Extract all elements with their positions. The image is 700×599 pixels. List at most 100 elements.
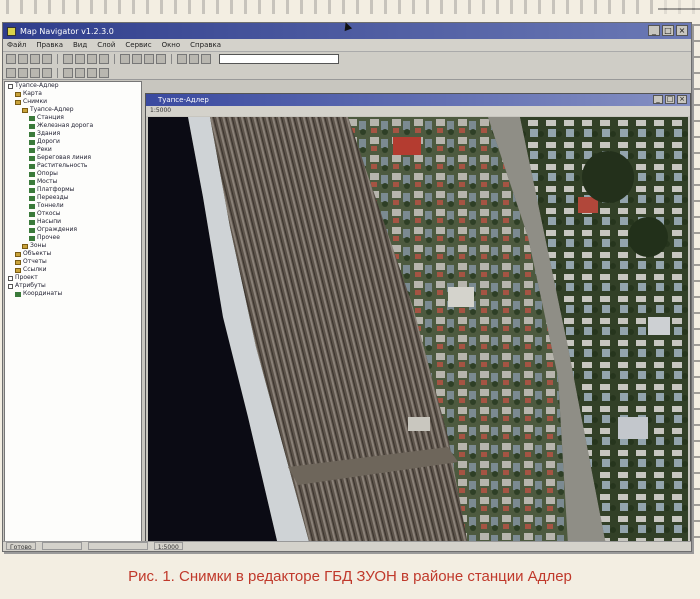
pointer-icon[interactable] (6, 67, 16, 78)
tree-item-label: Платформы (37, 186, 75, 193)
menu-help[interactable]: Справка (190, 41, 221, 49)
folder-icon (15, 251, 21, 257)
tree-item[interactable]: Ограждения (5, 226, 141, 234)
folder-icon (15, 91, 21, 97)
open-icon[interactable] (18, 54, 28, 64)
tree-item[interactable]: Железная дорога (5, 122, 141, 130)
tree-item-label: Железная дорога (37, 122, 94, 129)
image-close-button[interactable]: × (677, 95, 687, 104)
menu-window[interactable]: Окно (162, 41, 181, 49)
layer-icon (15, 291, 21, 297)
edit-toolbar (3, 66, 691, 80)
save-icon[interactable] (30, 54, 40, 64)
tree-item-label: Атрибуты (15, 282, 46, 289)
tree-item[interactable]: Туапсе-Адлер (5, 82, 141, 90)
folder-icon (15, 267, 21, 273)
copy-icon[interactable] (75, 54, 85, 64)
zoom-out-icon[interactable] (120, 54, 130, 64)
magazine-text-top (0, 0, 700, 14)
zoom-in-icon[interactable] (99, 54, 109, 64)
tree-item[interactable]: Атрибуты (5, 282, 141, 290)
layer-icon (29, 227, 35, 233)
refresh-icon[interactable] (201, 54, 211, 64)
tree-item[interactable]: Зоны (5, 242, 141, 250)
info-icon[interactable] (177, 54, 187, 64)
status-cell-2 (41, 542, 82, 550)
close-button[interactable]: × (676, 25, 688, 36)
paste-icon[interactable] (87, 54, 97, 64)
poly-icon[interactable] (30, 67, 40, 78)
image-window: Туапсе-Адлер _ □ × 1:5000 (145, 93, 691, 548)
satellite-image[interactable] (148, 117, 688, 545)
menu-edit[interactable]: Правка (36, 41, 63, 49)
tree-item[interactable]: Опоры (5, 170, 141, 178)
tree-item-label: Ссылки (23, 266, 47, 273)
tree-item-label: Отчеты (23, 258, 47, 265)
tree-item[interactable]: Тоннели (5, 202, 141, 210)
menu-view[interactable]: Вид (73, 41, 87, 49)
tree-item[interactable]: Откосы (5, 210, 141, 218)
expand-node-icon[interactable] (8, 275, 13, 281)
tree-item[interactable]: Отчеты (5, 258, 141, 266)
layer-tree[interactable]: Туапсе-Адлер Карта Снимки Туапсе-Адлер Станц… (4, 81, 142, 543)
tree-item-label: Зоны (30, 242, 47, 249)
tree-item[interactable]: Ссылки (5, 266, 141, 274)
menu-tools[interactable]: Сервис (125, 41, 151, 49)
line-icon[interactable] (42, 67, 52, 78)
tree-item[interactable]: Платформы (5, 186, 141, 194)
tree-item-label: Объекты (23, 250, 52, 257)
tree-item[interactable]: Береговая линия (5, 154, 141, 162)
tree-item[interactable]: Туапсе-Адлер (5, 106, 141, 114)
cut-icon[interactable] (63, 54, 73, 64)
layer-icon (29, 219, 35, 225)
tree-item[interactable]: Мосты (5, 178, 141, 186)
tree-item-label: Переезды (37, 194, 69, 201)
select-icon[interactable] (144, 54, 154, 64)
tree-item-label: Растительность (37, 162, 88, 169)
tree-item[interactable]: Объекты (5, 250, 141, 258)
new-icon[interactable] (6, 54, 16, 64)
satellite-image-svg (148, 117, 688, 545)
tree-item-label: Станция (37, 114, 64, 121)
print-icon[interactable] (42, 54, 52, 64)
tree-item-label: Насыпи (37, 218, 62, 225)
tree-item[interactable]: Карта (5, 90, 141, 98)
edit-icon[interactable] (87, 67, 97, 78)
rect-icon[interactable] (18, 67, 28, 78)
image-minimize-button[interactable]: _ (653, 95, 663, 104)
app-icon (7, 26, 16, 36)
folder-icon (22, 243, 28, 249)
tree-item[interactable]: Реки (5, 146, 141, 154)
layer-icon (29, 131, 35, 137)
tree-item[interactable]: Здания (5, 130, 141, 138)
tree-item[interactable]: Растительность (5, 162, 141, 170)
layers-icon[interactable] (189, 54, 199, 64)
expand-node-icon[interactable] (8, 83, 13, 89)
tree-item[interactable]: Координаты (5, 290, 141, 298)
measure-icon[interactable] (156, 54, 166, 64)
tree-item[interactable]: Снимки (5, 98, 141, 106)
folder-icon (22, 107, 28, 113)
menu-file[interactable]: Файл (7, 41, 26, 49)
layer-icon (29, 203, 35, 209)
tree-item[interactable]: Станция (5, 114, 141, 122)
tree-item[interactable]: Проект (5, 274, 141, 282)
folder-icon (15, 259, 21, 265)
pan-icon[interactable] (132, 54, 142, 64)
tree-item[interactable]: Прочее (5, 234, 141, 242)
minimize-button[interactable]: _ (648, 25, 660, 36)
layer-icon (29, 235, 35, 241)
point-icon[interactable] (63, 67, 73, 78)
tree-item-label: Ограждения (37, 226, 78, 233)
maximize-button[interactable]: □ (662, 25, 674, 36)
expand-node-icon[interactable] (8, 283, 13, 289)
tree-item[interactable]: Переезды (5, 194, 141, 202)
menu-layer[interactable]: Слой (97, 41, 115, 49)
tree-item[interactable]: Насыпи (5, 218, 141, 226)
text-icon[interactable] (75, 67, 85, 78)
image-maximize-button[interactable]: □ (665, 95, 675, 104)
layer-icon (29, 123, 35, 129)
delete-icon[interactable] (99, 67, 109, 78)
layer-select[interactable] (219, 54, 339, 64)
tree-item[interactable]: Дороги (5, 138, 141, 146)
